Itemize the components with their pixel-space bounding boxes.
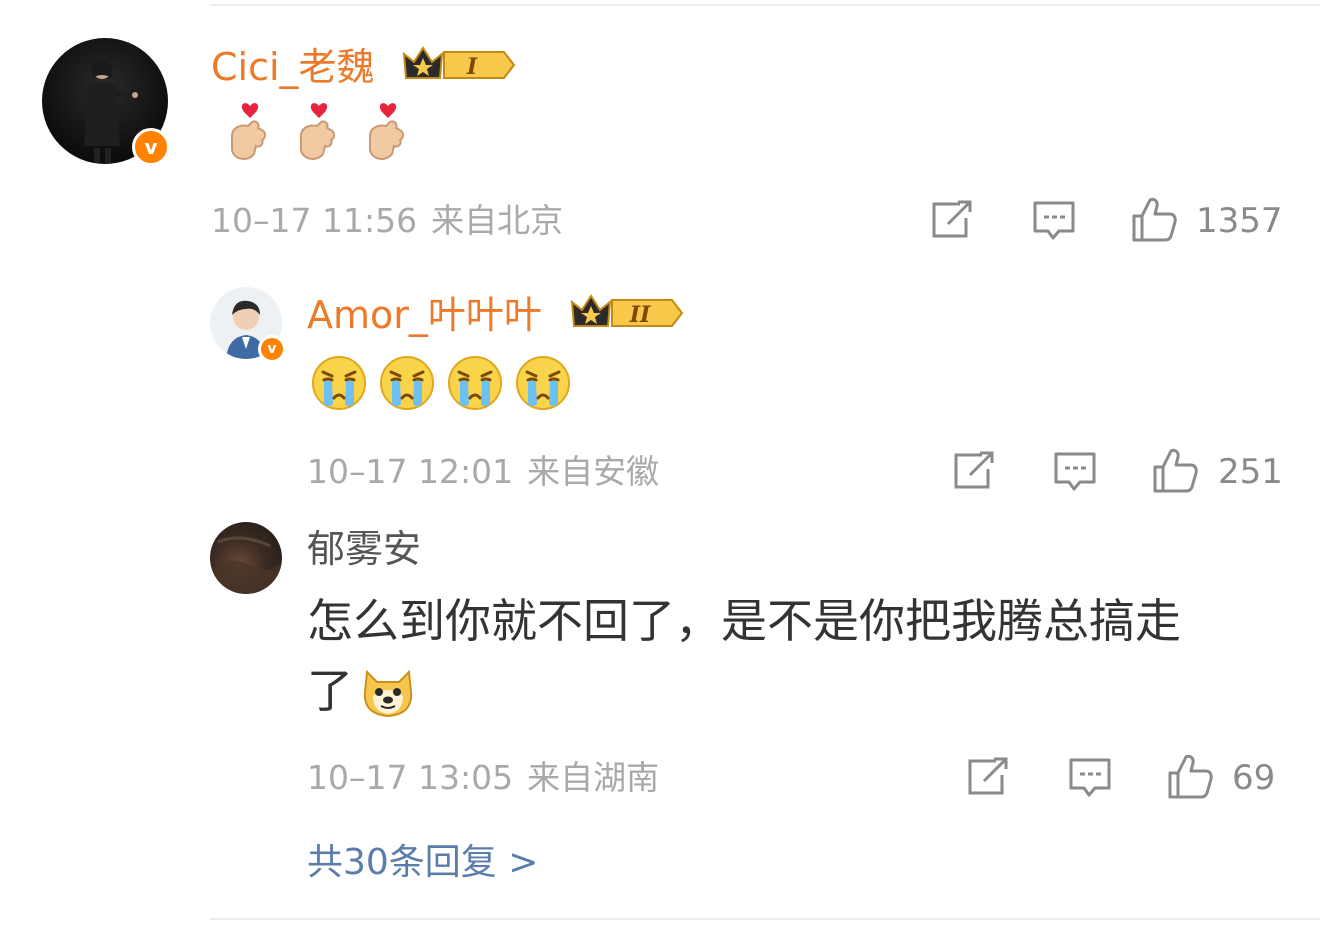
crying-face-emoji [380,356,434,410]
comment-text: 怎么到你就不回了，是不是你把我腾总搞走 了 [307,586,1297,726]
crying-face-emoji [312,356,366,410]
view-all-replies-link[interactable]: 共30条回复 > [307,845,538,881]
location: 来自安徽 [527,452,660,491]
crown-level-badge-icon: I [402,46,516,80]
finger-heart-emoji [231,103,266,160]
location: 来自湖南 [527,758,660,797]
verified-badge-icon: v [132,128,170,166]
comment-icon[interactable] [1032,200,1076,242]
crying-face-emoji [516,356,570,410]
doge-emoji [363,669,413,718]
username[interactable]: Cici_老魏 [211,48,375,86]
comment-text-line: 了 [307,664,353,718]
like-icon[interactable] [1166,753,1214,799]
comment-meta: 10–17 13:05 来自湖南 [307,761,659,794]
svg-text:I: I [466,54,478,80]
comment-text-line: 怎么到你就不回了，是不是你把我腾总搞走 [307,594,1181,648]
crying-face-emoji [448,356,502,410]
emoji-row [310,354,572,412]
timestamp: 10–17 11:56 [211,201,418,240]
top-divider [210,4,1320,6]
avatar[interactable]: v [210,287,286,363]
avatar[interactable]: v [42,38,170,166]
like-icon[interactable] [1151,447,1199,493]
comment-icon[interactable] [1068,757,1112,799]
timestamp: 10–17 12:01 [307,452,514,491]
like-count: 69 [1232,758,1276,798]
like-icon[interactable] [1130,196,1178,242]
bottom-divider [210,918,1320,920]
verified-badge-icon: v [258,335,286,363]
timestamp: 10–17 13:05 [307,758,514,797]
location: 来自北京 [431,201,564,240]
like-count: 1357 [1196,201,1283,241]
like-count: 251 [1218,452,1283,492]
avatar[interactable] [210,522,282,594]
comment-meta: 10–17 11:56 来自北京 [211,204,563,237]
share-icon[interactable] [966,757,1010,797]
finger-heart-emoji [300,103,335,160]
comment-meta: 10–17 12:01 来自安徽 [307,455,659,488]
share-icon[interactable] [952,451,996,491]
share-icon[interactable] [930,200,974,240]
username[interactable]: 郁雾安 [307,530,421,568]
svg-text:II: II [629,302,651,328]
emoji-row [218,100,422,164]
crown-level-badge-icon: II [570,294,684,328]
comment-icon[interactable] [1053,451,1097,493]
finger-heart-emoji [369,103,404,160]
username[interactable]: Amor_叶叶叶 [307,296,542,334]
